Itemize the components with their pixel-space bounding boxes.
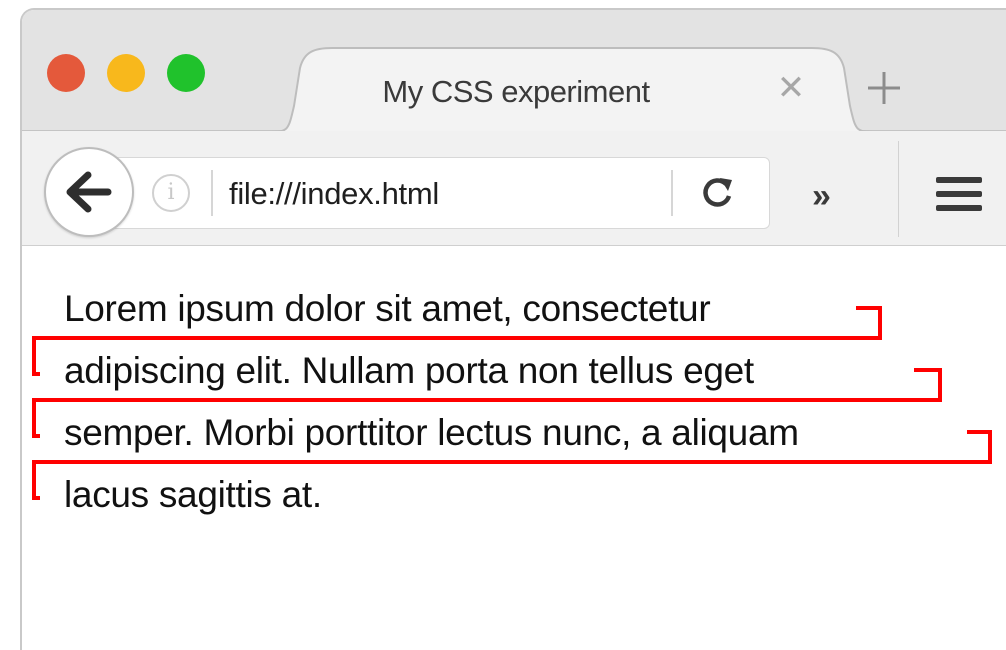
toolbar-separator [898,141,899,237]
minimize-window-button[interactable] [107,54,145,92]
text-line: lacus sagittis at. [64,474,322,515]
plus-icon-svg [868,72,900,104]
hamburger-menu-icon[interactable] [936,177,982,211]
nav-toolbar: i file:///index.html » [22,131,1006,246]
zoom-window-button[interactable] [167,54,205,92]
plus-icon[interactable] [862,66,906,110]
url-separator [671,170,673,216]
text-line: Lorem ipsum dolor sit amet, consectetur [64,288,711,329]
url-separator [211,170,213,216]
url-field[interactable]: file:///index.html [229,176,439,212]
hamburger-menu-icon-svg [936,177,982,211]
browser-window: My CSS experiment ✕ i file:///index.html [20,8,1006,650]
close-window-button[interactable] [47,54,85,92]
back-button[interactable] [44,147,134,237]
url-bar[interactable]: i file:///index.html [80,157,770,229]
info-icon[interactable]: i [152,174,190,212]
tab-bar: My CSS experiment ✕ [22,10,1006,132]
reload-icon-svg [703,178,732,207]
close-icon[interactable]: ✕ [771,68,811,108]
tab-active[interactable]: My CSS experiment ✕ [266,46,878,132]
reload-icon[interactable] [696,172,738,214]
page-content: Lorem ipsum dolor sit amet, consectetur … [22,246,1006,650]
tab-title: My CSS experiment [382,74,650,109]
text-line: adipiscing elit. Nullam porta non tellus… [64,350,754,391]
chevron-double-right-icon[interactable]: » [812,177,831,216]
back-arrow-icon [66,171,112,213]
text-line: semper. Morbi porttitor lectus nunc, a a… [64,412,799,453]
